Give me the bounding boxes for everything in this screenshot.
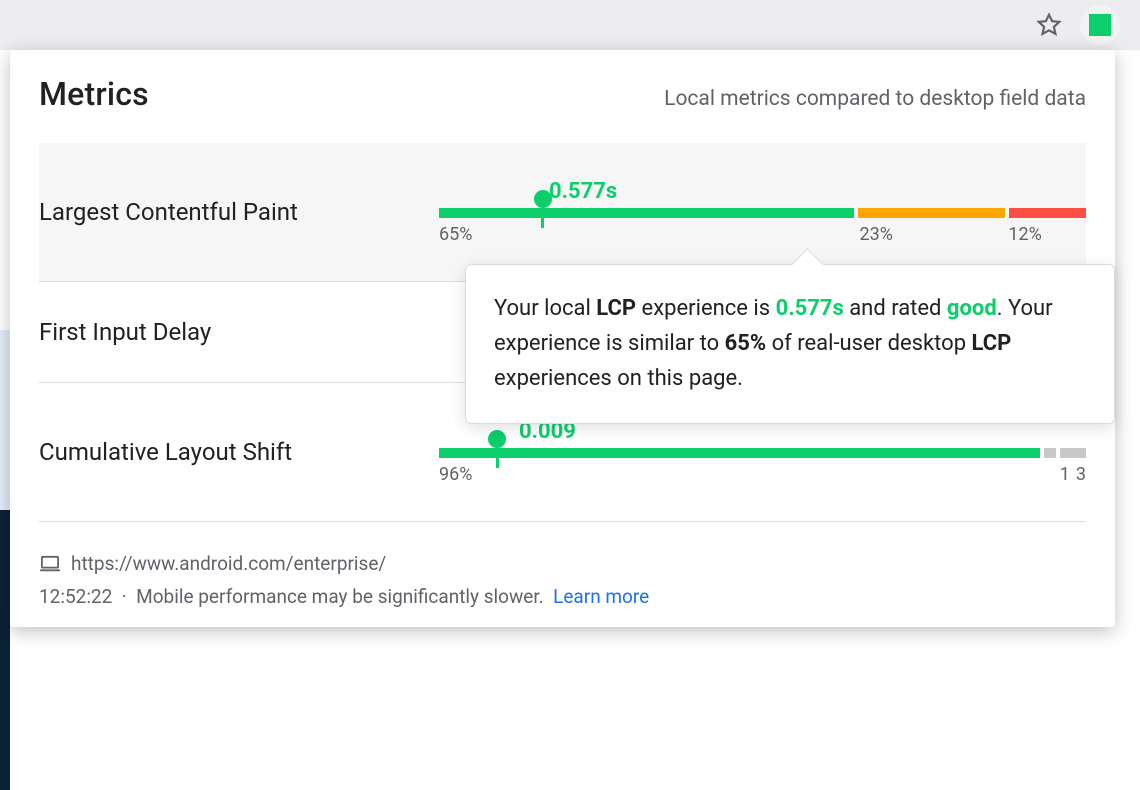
metric-cls-chart: 0.009 96% 1 3	[439, 419, 1086, 485]
metric-cls-seg-na1	[1044, 448, 1057, 458]
panel-title: Metrics	[39, 75, 149, 113]
metric-lcp-seg-avg	[858, 208, 1005, 218]
metric-lcp-pct-row: 65% 23% 12%	[439, 224, 1086, 245]
metric-cls-pct-row: 96% 1 3	[439, 464, 1086, 485]
panel-footer: https://www.android.com/enterprise/ 12:5…	[39, 552, 1086, 608]
marker-dot-icon	[534, 190, 552, 208]
metric-cls-bar	[439, 448, 1086, 458]
tooltip-text: of real-user desktop	[766, 331, 971, 356]
tooltip-text: experience is	[636, 296, 775, 321]
metric-lcp-value: 0.577s	[549, 179, 1086, 204]
learn-more-link[interactable]: Learn more	[553, 585, 649, 608]
panel-header: Metrics Local metrics compared to deskto…	[39, 75, 1086, 113]
metric-lcp-seg-good	[439, 208, 854, 218]
tooltip-rating: good	[947, 296, 997, 321]
metric-lcp-pct-bad: 12%	[1008, 224, 1086, 245]
metric-lcp-chart: 0.577s 65% 23% 12%	[439, 179, 1086, 245]
browser-toolbar	[0, 0, 1140, 50]
metric-cls-pct-na1: 1	[1060, 464, 1076, 485]
metric-lcp-tooltip: Your local LCP experience is 0.577s and …	[465, 264, 1115, 424]
footer-note: Mobile performance may be significantly …	[136, 585, 544, 608]
tooltip-text: Your local	[494, 296, 596, 321]
metric-lcp-seg-bad	[1009, 208, 1086, 218]
metric-lcp-pct-avg: 23%	[860, 224, 1009, 245]
marker-dot-icon	[488, 430, 506, 448]
footer-separator: ·	[122, 585, 127, 608]
laptop-icon	[39, 555, 61, 573]
tooltip-metric1: LCP	[596, 296, 636, 321]
marker-tick-icon	[541, 208, 544, 228]
footer-url: https://www.android.com/enterprise/	[71, 552, 386, 575]
tooltip-text: and rated	[844, 296, 947, 321]
metric-lcp-bar	[439, 208, 1086, 218]
tooltip-metric2: LCP	[972, 331, 1012, 356]
metric-cls-seg-good	[439, 448, 1040, 458]
profile-avatar-button[interactable]	[1080, 5, 1120, 45]
tooltip-value: 0.577s	[776, 296, 844, 321]
profile-color-swatch	[1089, 14, 1111, 36]
metric-lcp-pct-good: 65%	[439, 224, 860, 245]
metric-lcp[interactable]: Largest Contentful Paint 0.577s 65% 23% …	[39, 143, 1086, 282]
footer-time: 12:52:22	[39, 585, 112, 608]
tooltip-text: experiences on this page.	[494, 366, 743, 391]
metric-cls-name: Cumulative Layout Shift	[39, 438, 439, 466]
panel-subtitle: Local metrics compared to desktop field …	[664, 87, 1086, 111]
metric-lcp-name: Largest Contentful Paint	[39, 198, 439, 226]
metric-cls-seg-na2	[1060, 448, 1086, 458]
page-background-light	[0, 330, 10, 510]
metric-cls-pct-na2: 3	[1076, 464, 1086, 485]
metric-cls-pct-good: 96%	[439, 464, 1060, 485]
metric-fid-name: First Input Delay	[39, 318, 439, 346]
page-background-dark	[0, 510, 10, 790]
bookmark-star-icon[interactable]	[1036, 12, 1062, 38]
marker-tick-icon	[496, 448, 499, 468]
tooltip-percent: 65%	[725, 331, 767, 356]
